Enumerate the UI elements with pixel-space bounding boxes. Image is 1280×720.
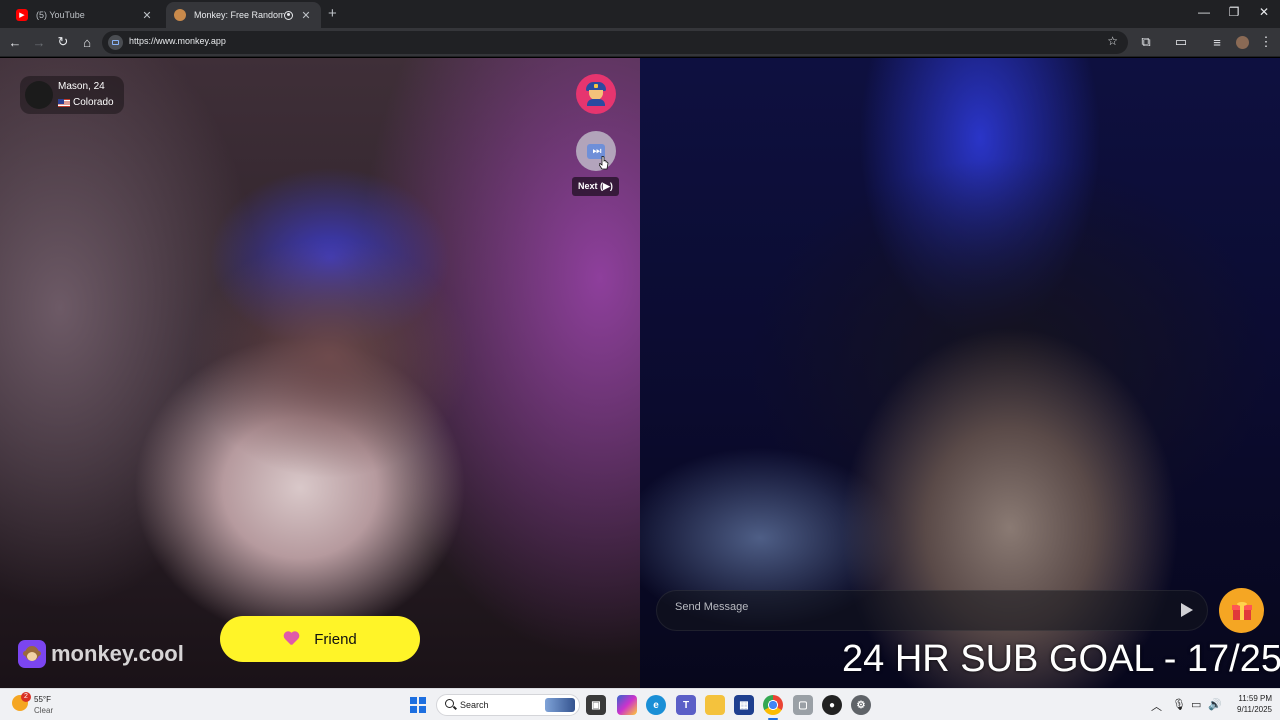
brand-text: monkey.cool [51, 641, 184, 666]
media-controls-icon[interactable]: ≡ [1208, 33, 1226, 51]
recording-indicator-icon [284, 10, 293, 20]
file-explorer-icon[interactable] [705, 695, 725, 715]
show-hidden-icons-chevron-up-icon[interactable]: ︿ [1151, 698, 1162, 714]
avatar [25, 81, 53, 109]
address-bar[interactable]: https://www.monkey.app ☆ [102, 31, 1128, 54]
report-button[interactable] [576, 74, 616, 114]
search-label: Search [460, 700, 489, 710]
send-icon[interactable] [1181, 603, 1193, 617]
mouse-cursor-icon [599, 156, 609, 170]
restore-button[interactable]: ❐ [1224, 5, 1244, 19]
obs-icon[interactable]: ● [822, 695, 842, 715]
new-tab-button[interactable]: + [328, 5, 337, 22]
message-bar [656, 590, 1208, 631]
tab-title: Monkey: Free Random Vid [194, 10, 284, 20]
next-tooltip: Next (▶) [572, 177, 619, 196]
extensions-icon[interactable]: ⧉ [1137, 33, 1155, 51]
police-officer-icon [585, 82, 607, 106]
friend-button[interactable]: Friend [220, 616, 420, 662]
browser-toolbar: ← → ↻ ⌂ https://www.monkey.app ☆ ⧉ ▭ ≡ ⋮ [0, 28, 1280, 57]
partner-name-age: Mason, 24 [58, 81, 105, 92]
partner-info-badge[interactable]: Mason, 24 Colorado [20, 76, 124, 114]
reload-button[interactable]: ↻ [54, 33, 72, 51]
weather-desc: Clear [34, 706, 54, 715]
next-button[interactable]: ⏭ [576, 131, 616, 171]
partner-video [0, 58, 640, 688]
network-icon[interactable]: ▭ [1191, 698, 1201, 711]
sub-goal-overlay: 24 HR SUB GOAL - 17/25 [842, 638, 1280, 680]
copilot-icon[interactable] [617, 695, 637, 715]
weather-widget[interactable]: 2 55°F Clear [12, 692, 72, 717]
weather-temp: 55°F [34, 695, 51, 704]
monkey-logo-icon [18, 640, 46, 668]
clock-time: 11:59 PM [1238, 694, 1272, 703]
close-tab-icon[interactable]: ✕ [140, 9, 154, 22]
chrome-icon[interactable] [763, 695, 783, 720]
search-highlight-image [545, 698, 575, 712]
back-button[interactable]: ← [6, 33, 24, 51]
us-flag-icon [58, 98, 70, 107]
bookmark-star-icon[interactable]: ☆ [1107, 34, 1118, 48]
start-button[interactable] [410, 697, 426, 713]
forward-button[interactable]: → [30, 33, 48, 51]
edge-icon[interactable]: e [646, 695, 666, 715]
heart-icon [283, 632, 299, 646]
friend-button-label: Friend [314, 630, 357, 648]
site-info-icon[interactable] [108, 35, 123, 50]
gift-button[interactable] [1219, 588, 1264, 633]
system-clock[interactable]: 11:59 PM 9/11/2025 [1222, 693, 1272, 715]
teams-icon[interactable]: T [676, 695, 696, 715]
gift-icon [1231, 601, 1252, 620]
tab-title: (5) YouTube [36, 10, 85, 20]
volume-icon[interactable]: 🔊 [1208, 698, 1222, 711]
minimize-button[interactable]: — [1194, 5, 1214, 19]
tab-youtube[interactable]: ▶ (5) YouTube ✕ [8, 2, 162, 28]
home-button[interactable]: ⌂ [78, 33, 96, 51]
tab-monkey[interactable]: Monkey: Free Random Vid ✕ [166, 2, 321, 28]
send-message-input[interactable] [675, 601, 1145, 613]
tab-bar: ▶ (5) YouTube ✕ Monkey: Free Random Vid … [0, 0, 1280, 28]
cast-icon[interactable]: ▭ [1172, 33, 1190, 51]
clock-date: 9/11/2025 [1237, 705, 1272, 714]
close-tab-icon[interactable]: ✕ [299, 9, 313, 22]
store-icon[interactable]: ▦ [734, 695, 754, 715]
browser-menu-icon[interactable]: ⋮ [1257, 33, 1275, 51]
search-icon [445, 699, 454, 708]
notification-badge: 2 [21, 692, 31, 702]
monkey-brand: monkey.cool [18, 640, 184, 668]
profile-avatar[interactable] [1233, 33, 1251, 51]
task-view-icon[interactable]: ▣ [586, 695, 606, 715]
photos-icon[interactable]: ▢ [793, 695, 813, 715]
close-window-button[interactable]: ✕ [1254, 5, 1274, 19]
taskbar: 2 55°F Clear Search ▣ e T ▦ ▢ ● ⚙ ︿ 🎙 ▭ … [0, 688, 1280, 720]
partner-location-text: Colorado [73, 97, 114, 108]
partner-location: Colorado [58, 97, 114, 108]
microphone-icon[interactable]: 🎙 [1172, 698, 1186, 711]
settings-gear-icon[interactable]: ⚙ [851, 695, 871, 715]
url-text[interactable]: https://www.monkey.app [129, 36, 226, 46]
youtube-icon: ▶ [16, 9, 28, 21]
taskbar-search[interactable]: Search [436, 694, 580, 716]
monkey-favicon [174, 9, 186, 21]
